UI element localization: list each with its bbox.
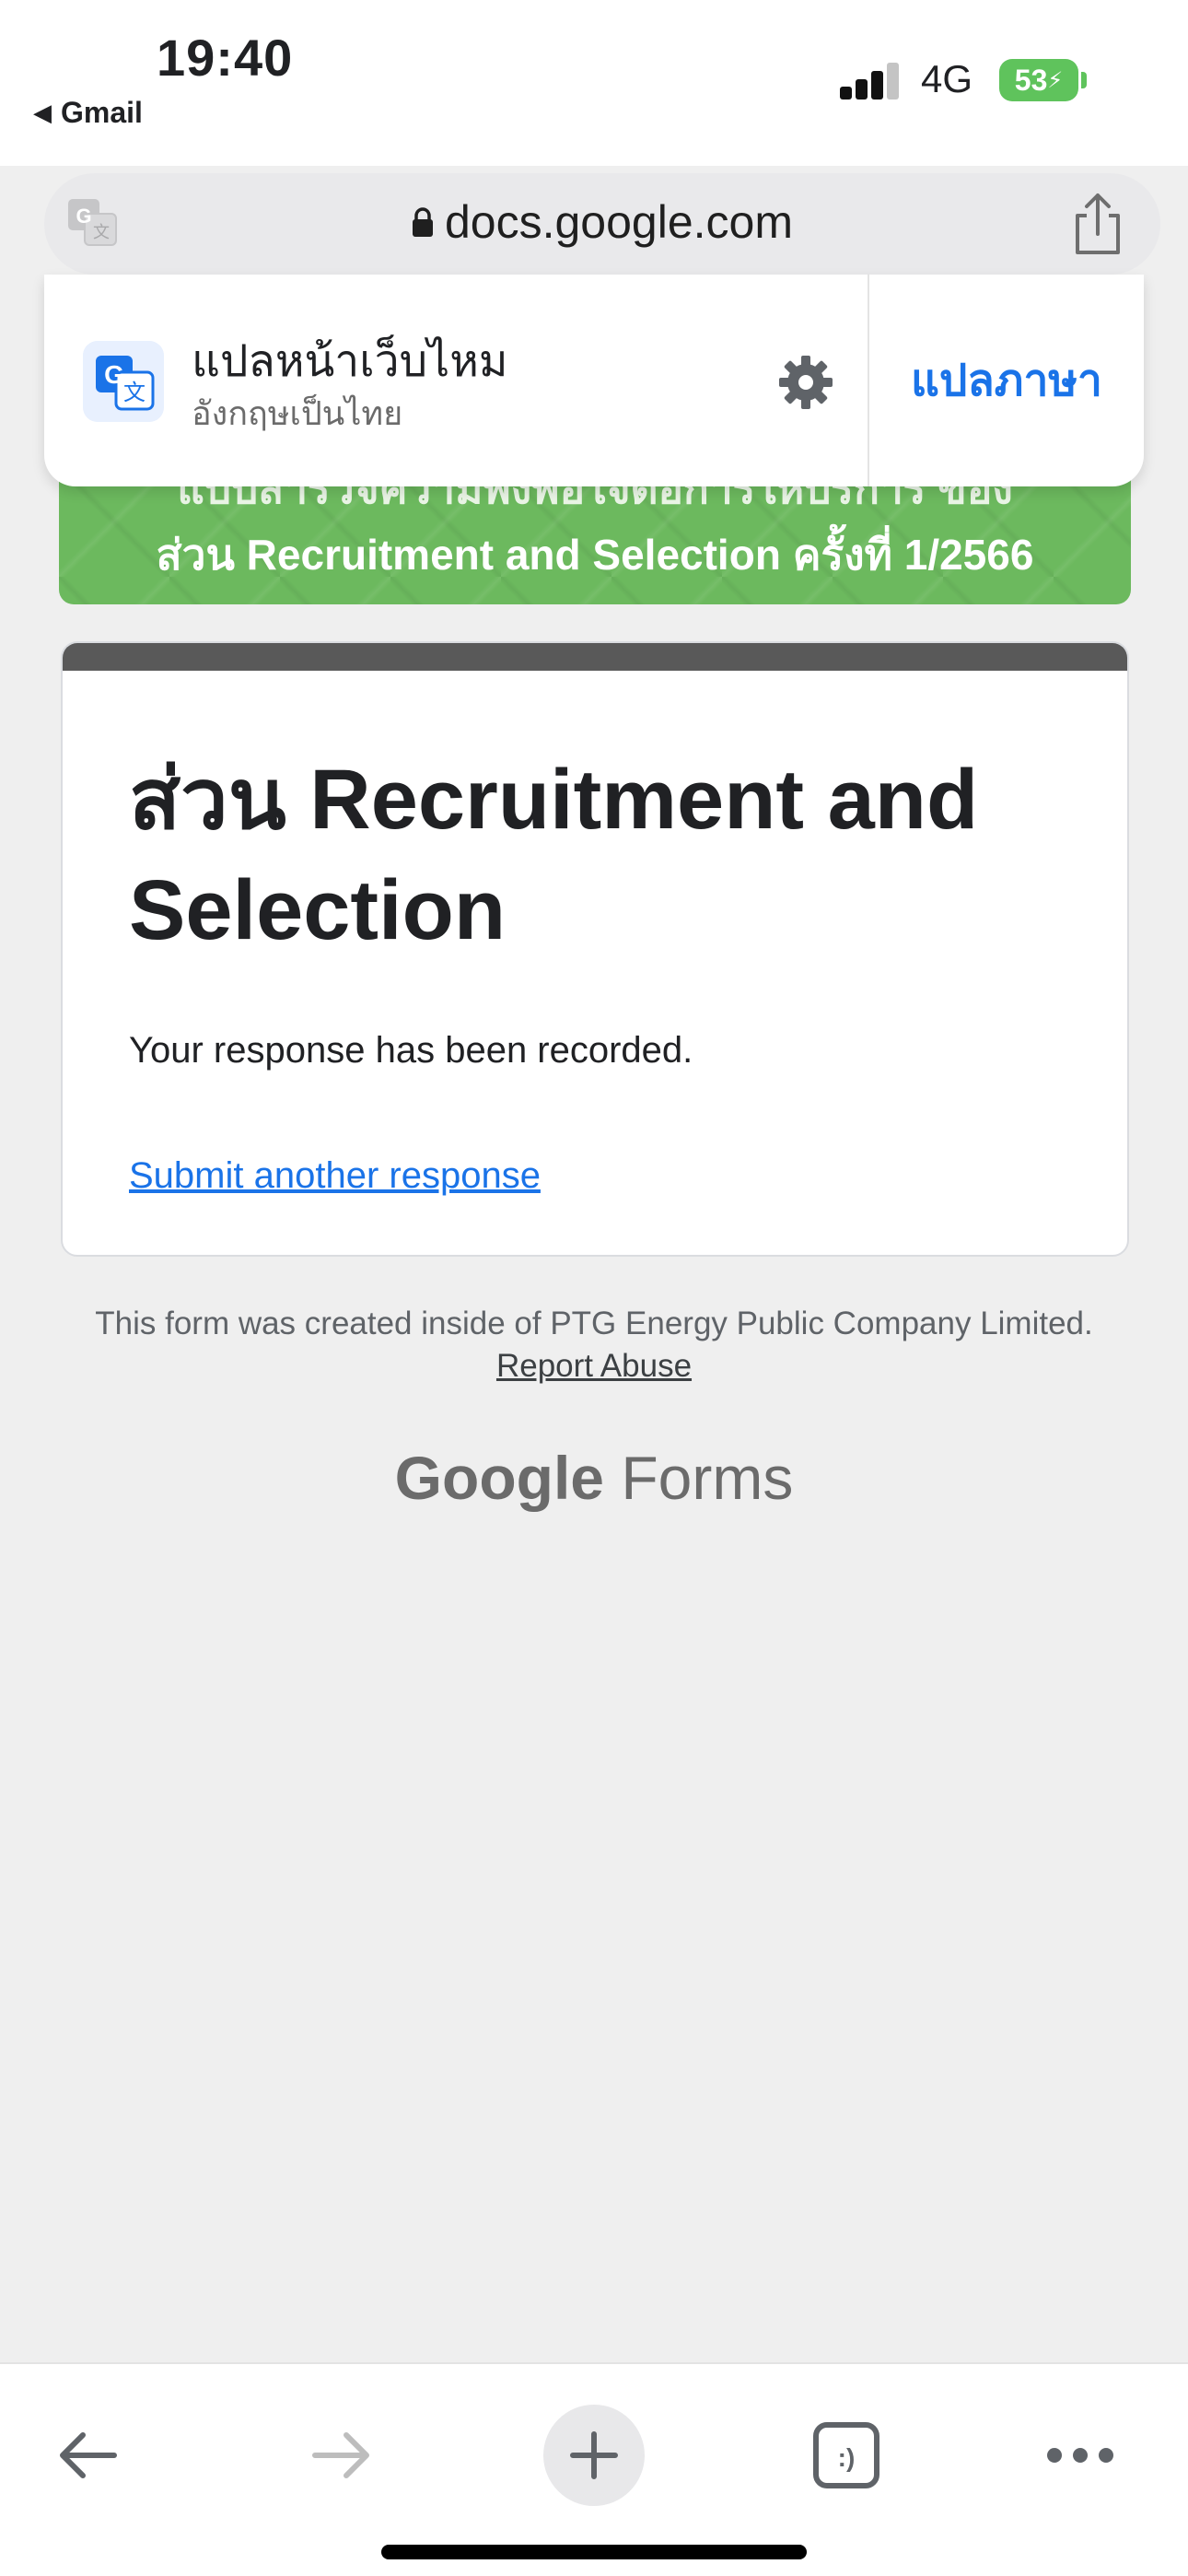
status-bar: 19:40 ◀ Gmail 4G 53 ⚡ bbox=[0, 0, 1188, 166]
network-type: 4G bbox=[921, 57, 973, 100]
form-title: ส่วน Recruitment and Selection bbox=[129, 753, 979, 957]
browser-toolbar: :) bbox=[0, 2362, 1188, 2576]
tabs-icon: :) bbox=[813, 2422, 879, 2488]
home-indicator[interactable] bbox=[381, 2545, 807, 2559]
back-to-app-link[interactable]: ◀ Gmail bbox=[33, 96, 143, 130]
address-bar[interactable]: G 文 docs.google.com bbox=[44, 173, 1160, 275]
back-triangle-icon: ◀ bbox=[33, 99, 52, 126]
share-icon[interactable] bbox=[1070, 190, 1125, 256]
svg-text:G: G bbox=[104, 360, 124, 389]
translate-prompt: G 文 แปลหน้าเว็บไหม อังกฤษเป็นไทย แปลภาษา bbox=[44, 275, 1144, 486]
translate-prompt-title: แปลหน้าเว็บไหม bbox=[192, 337, 508, 386]
logo-forms-text: Forms bbox=[621, 1444, 794, 1512]
battery-nub bbox=[1081, 72, 1087, 88]
battery-level: 53 bbox=[1014, 63, 1048, 97]
google-translate-icon: G 文 bbox=[83, 341, 164, 422]
gear-icon[interactable] bbox=[775, 352, 836, 413]
back-arrow-icon bbox=[60, 2432, 117, 2478]
translate-prompt-languages: อังกฤษเป็นไทย bbox=[192, 394, 403, 432]
translate-button[interactable]: แปลภาษา bbox=[869, 275, 1144, 486]
tab-switcher-button[interactable]: :) bbox=[796, 2405, 897, 2506]
more-icon bbox=[1047, 2448, 1113, 2463]
forward-button[interactable] bbox=[291, 2405, 392, 2506]
confirmation-message: Your response has been recorded. bbox=[129, 1030, 693, 1071]
url-text: docs.google.com bbox=[444, 196, 793, 248]
battery-icon: 53 ⚡ bbox=[999, 59, 1078, 101]
page-content: แบบสำรวจความพึงพอใจต่อการให้บริการ ของ ส… bbox=[0, 300, 1188, 2362]
lock-icon bbox=[412, 207, 433, 237]
svg-text:文: 文 bbox=[123, 380, 146, 405]
confirmation-card: ส่วน Recruitment and Selection Your resp… bbox=[61, 641, 1129, 1257]
tabs-icon-text: :) bbox=[838, 2443, 856, 2472]
plus-icon bbox=[570, 2431, 618, 2479]
form-banner: แบบสำรวจความพึงพอใจต่อการให้บริการ ของ ส… bbox=[59, 466, 1131, 604]
back-button[interactable] bbox=[37, 2405, 138, 2506]
back-app-label: Gmail bbox=[61, 96, 143, 129]
cellular-signal-icon bbox=[840, 63, 901, 100]
banner-line-2: ส่วน Recruitment and Selection ครั้งที่ … bbox=[156, 531, 1034, 579]
more-menu-button[interactable] bbox=[1030, 2405, 1131, 2506]
logo-google-text: Google bbox=[394, 1444, 604, 1512]
card-header-stripe bbox=[63, 643, 1127, 671]
google-forms-logo[interactable]: Google Forms bbox=[0, 1443, 1188, 1513]
status-time: 19:40 bbox=[157, 29, 294, 87]
new-tab-button[interactable] bbox=[543, 2405, 645, 2506]
url-display[interactable]: docs.google.com bbox=[44, 195, 1160, 249]
forward-arrow-icon bbox=[312, 2432, 369, 2478]
footer-note: This form was created inside of PTG Ener… bbox=[92, 1303, 1096, 1388]
submit-another-link[interactable]: Submit another response bbox=[129, 1155, 541, 1197]
footer-text: This form was created inside of PTG Ener… bbox=[95, 1306, 1093, 1341]
report-abuse-link[interactable]: Report Abuse bbox=[496, 1348, 692, 1384]
